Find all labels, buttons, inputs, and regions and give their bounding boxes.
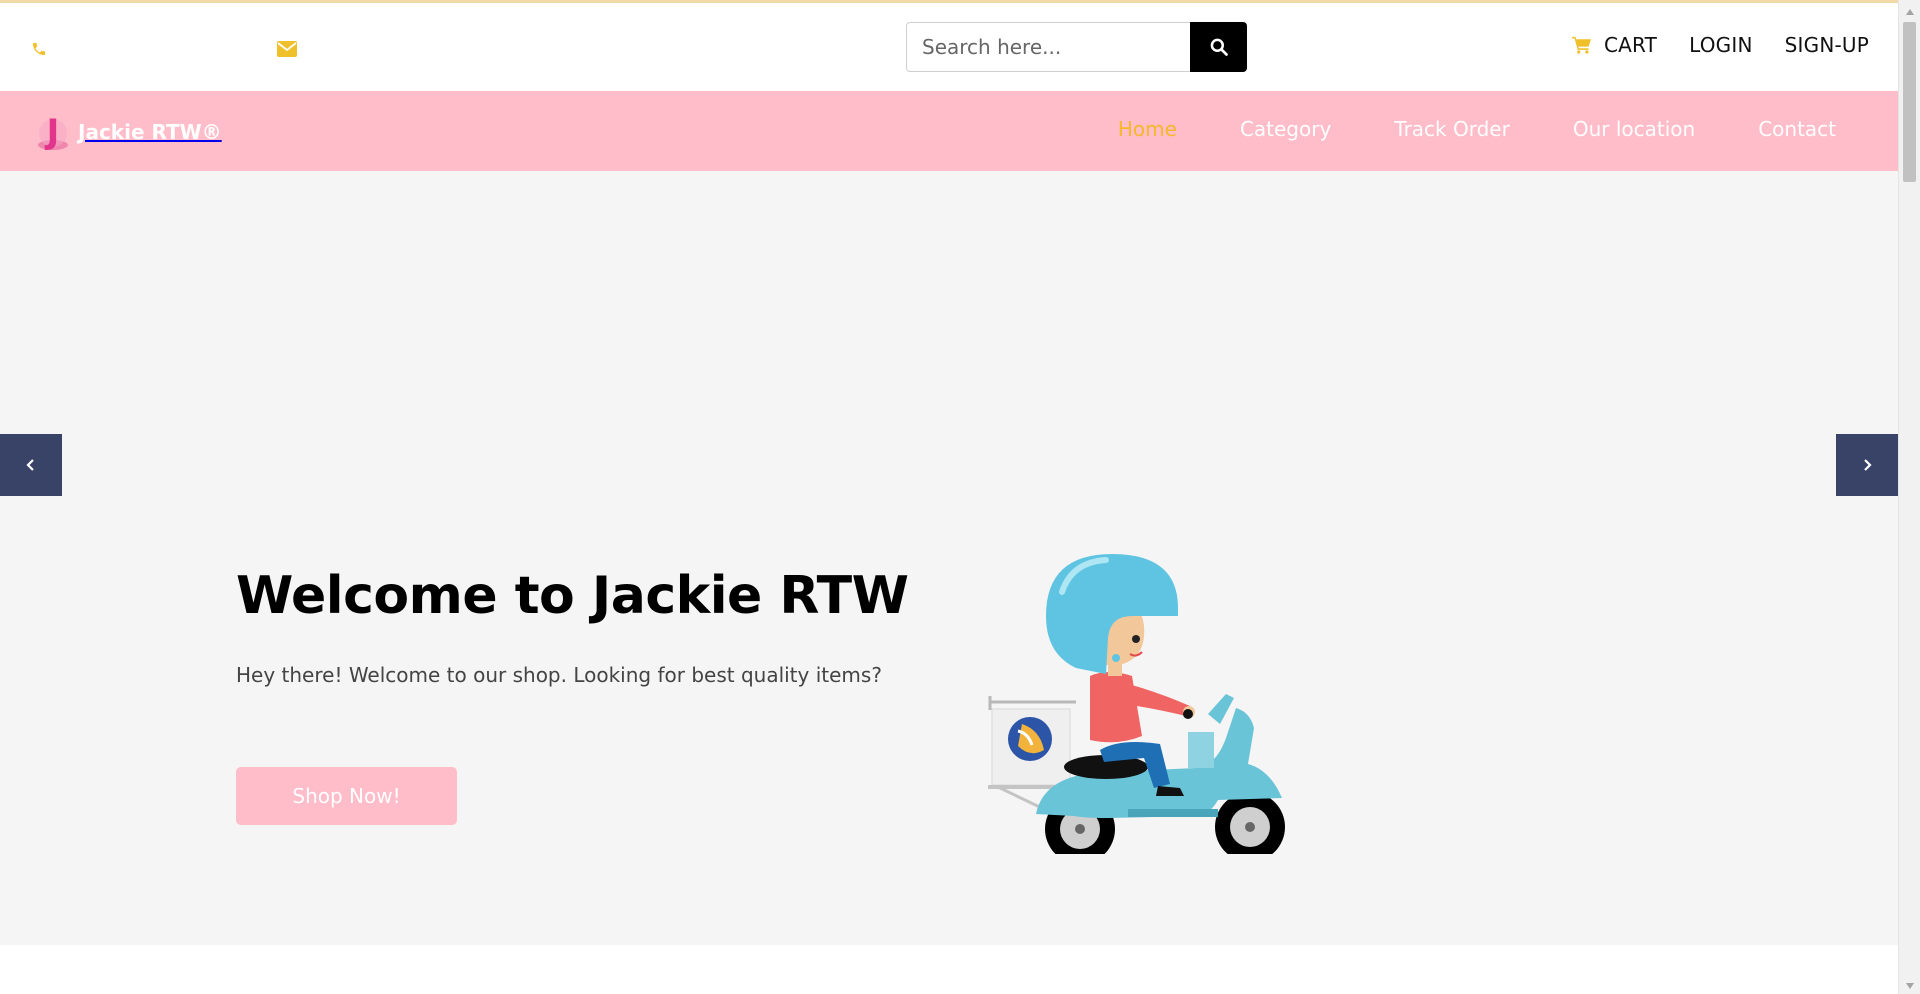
mail-icon[interactable] [277,39,297,59]
top-bar: CART LOGIN SIGN-UP [0,3,1898,91]
brand-name: Jackie RTW® [78,120,222,144]
login-link[interactable]: LOGIN [1689,33,1753,57]
nav-item-category[interactable]: Category [1240,117,1331,141]
scroll-down-arrow-icon[interactable] [1899,977,1920,994]
hero-title: Welcome to Jackie RTW [236,566,909,626]
brand-logo-letter: J [45,112,60,152]
chevron-left-icon [26,459,34,471]
slider-next-button[interactable] [1836,434,1898,496]
account-links: CART LOGIN SIGN-UP [1572,33,1869,57]
search-form [906,22,1247,72]
nav-item-track-order[interactable]: Track Order [1394,117,1510,141]
signup-link[interactable]: SIGN-UP [1785,33,1869,57]
chevron-right-icon [1864,459,1872,471]
phone-icon[interactable] [29,39,49,59]
scrollbar-thumb[interactable] [1903,22,1916,182]
search-button[interactable] [1190,22,1247,72]
brand-logo-icon: J [38,112,68,152]
search-icon [1210,38,1228,56]
scroll-up-arrow-icon[interactable] [1899,3,1920,20]
hero-subtitle: Hey there! Welcome to our shop. Looking … [236,663,882,687]
cart-icon [1572,36,1591,54]
slider-prev-button[interactable] [0,434,62,496]
cart-link[interactable]: CART [1572,33,1657,57]
nav-item-contact[interactable]: Contact [1758,117,1836,141]
cart-label: CART [1603,33,1658,57]
shop-now-button[interactable]: Shop Now! [236,767,457,825]
search-input[interactable] [906,22,1190,72]
page-scrollbar[interactable] [1898,0,1920,994]
main-navbar: J Jackie RTW® Home Category Track Order … [0,91,1898,171]
scooter-delivery-illustration [988,554,1285,854]
below-hero-section [0,945,1898,994]
hero-slider: Welcome to Jackie RTW Hey there! Welcome… [0,171,1898,945]
nav-item-home[interactable]: Home [1118,117,1177,141]
nav-item-our-location[interactable]: Our location [1573,117,1695,141]
brand-logo-link[interactable]: J Jackie RTW® [34,112,222,152]
nav-menu: Home Category Track Order Our location C… [1118,117,1836,141]
